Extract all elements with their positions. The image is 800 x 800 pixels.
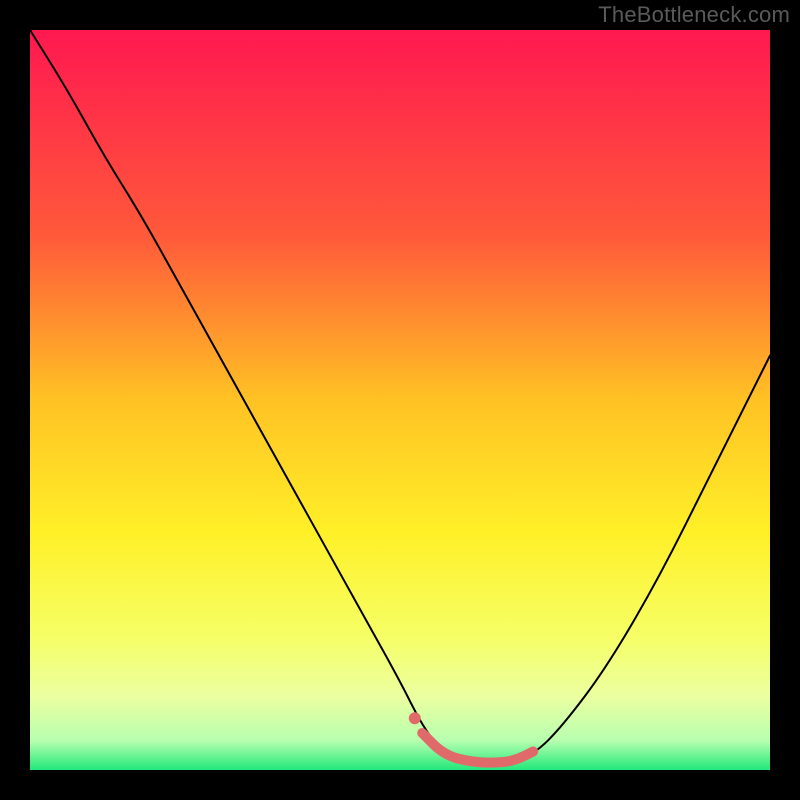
- gradient-background: [30, 30, 770, 770]
- chart-frame: TheBottleneck.com: [0, 0, 800, 800]
- chart-svg: [30, 30, 770, 770]
- watermark-text: TheBottleneck.com: [598, 2, 790, 28]
- plot-area: [30, 30, 770, 770]
- highlight-dot: [409, 712, 421, 724]
